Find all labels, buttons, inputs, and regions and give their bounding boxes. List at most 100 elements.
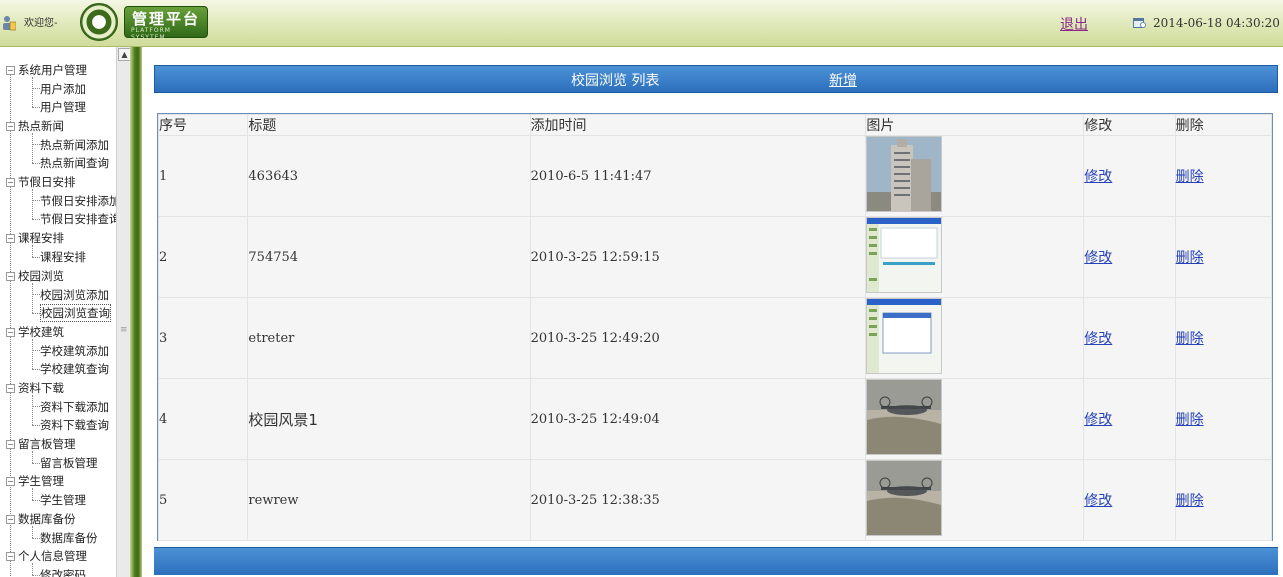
row-time: 2010-3-25 12:59:15 xyxy=(529,216,867,298)
frame-divider[interactable] xyxy=(130,47,142,577)
tree-branch-line xyxy=(32,219,40,220)
tree-group-buildings[interactable]: − 学校建筑 xyxy=(6,323,64,341)
column-header-edit: 修改 xyxy=(1083,114,1176,136)
sidebar-item-students[interactable]: 学生管理 xyxy=(40,491,86,509)
sidebar-item-courses[interactable]: 课程安排 xyxy=(40,248,86,266)
aircraft-photo-thumbnail[interactable] xyxy=(866,460,943,536)
sidebar-item-download-add[interactable]: 资料下载添加 xyxy=(40,398,109,416)
list-footer-bar xyxy=(154,547,1278,575)
delete-link[interactable]: 删除 xyxy=(1176,169,1204,185)
welcome-text: 欢迎您- xyxy=(24,18,58,29)
sidebar-item-holiday-query[interactable]: 节假日安排查询 xyxy=(40,210,116,228)
delete-link[interactable]: 删除 xyxy=(1176,412,1204,428)
sidebar-item-news-add[interactable]: 热点新闻添加 xyxy=(40,136,109,154)
collapse-icon[interactable]: − xyxy=(6,272,15,281)
row-delete-cell: 删除 xyxy=(1174,216,1273,298)
tree-group-label: 学生管理 xyxy=(18,474,64,488)
screenshot-thumbnail[interactable] xyxy=(866,298,943,374)
tree-group-hot-news[interactable]: − 热点新闻 xyxy=(6,117,64,135)
collapse-icon[interactable]: − xyxy=(6,178,15,187)
table-row: 5 rewrew 2010-3-25 12:38:35 修改 删除 xyxy=(157,459,1273,541)
sidebar-item-news-query[interactable]: 热点新闻查询 xyxy=(40,154,109,172)
scroll-grip-icon[interactable]: ≡ xyxy=(120,325,128,335)
tree-group-label: 学校建筑 xyxy=(18,325,64,339)
collapse-icon[interactable]: − xyxy=(6,328,15,337)
tree-branch-line xyxy=(32,189,33,219)
row-id: 2 xyxy=(157,216,249,298)
current-datetime: 2014-06-18 04:30:20 PM xyxy=(1153,16,1283,30)
delete-link[interactable]: 删除 xyxy=(1176,250,1204,266)
collapse-icon[interactable]: − xyxy=(6,66,15,75)
column-header-title: 标题 xyxy=(247,114,531,136)
building-photo-thumbnail[interactable] xyxy=(866,136,943,212)
aircraft-photo-thumbnail[interactable] xyxy=(866,379,943,455)
collapse-icon[interactable]: − xyxy=(6,477,15,486)
column-header-id: 序号 xyxy=(157,114,249,136)
platform-logo: 管理平台 PLATFORM SYSYTEM xyxy=(124,6,208,41)
collapse-icon[interactable]: − xyxy=(6,440,15,449)
table-row: 4 校园风景1 2010-3-25 12:49:04 修改 删除 xyxy=(157,378,1273,460)
tree-group-holidays[interactable]: − 节假日安排 xyxy=(6,173,76,191)
sidebar-item-holiday-add[interactable]: 节假日安排添加 xyxy=(40,192,116,210)
edit-link[interactable]: 修改 xyxy=(1084,331,1112,347)
screenshot-thumbnail[interactable] xyxy=(866,217,943,293)
column-header-delete: 删除 xyxy=(1174,114,1273,136)
tree-group-students[interactable]: − 学生管理 xyxy=(6,472,64,490)
tree-branch-line xyxy=(32,350,40,351)
sidebar-item-download-query[interactable]: 资料下载查询 xyxy=(40,416,109,434)
sidebar-item-building-query[interactable]: 学校建筑查询 xyxy=(40,360,109,378)
table-row: 3 etreter 2010-3-25 12:49:20 修改 删除 xyxy=(157,297,1273,379)
tree-branch-line xyxy=(32,451,33,463)
sidebar-item-user-manage[interactable]: 用户管理 xyxy=(40,98,86,116)
row-image-cell xyxy=(865,297,1085,379)
edit-link[interactable]: 修改 xyxy=(1084,169,1112,185)
logout-link[interactable]: 退出 xyxy=(1060,14,1088,34)
sidebar-nav-tree: − 系统用户管理 用户添加 用户管理 − 热点新闻 热点新闻添加 热点新闻查询 − 节… xyxy=(0,47,116,577)
list-title-bar: 校园浏览 列表 新增 xyxy=(154,65,1278,93)
sidebar-item-building-add[interactable]: 学校建筑添加 xyxy=(40,342,109,360)
sidebar-item-campus-query[interactable]: 校园浏览查询 xyxy=(40,304,111,322)
tree-branch-line xyxy=(32,563,33,575)
collapse-icon[interactable]: − xyxy=(6,122,15,131)
tree-group-label: 课程安排 xyxy=(18,231,64,245)
logo-emblem-icon xyxy=(80,3,118,41)
row-time: 2010-3-25 12:38:35 xyxy=(529,459,867,541)
tree-branch-line xyxy=(32,107,40,108)
table-row: 1 463643 2010-6-5 11:41:47 修改 删除 xyxy=(157,135,1273,217)
row-image-cell xyxy=(865,216,1085,298)
column-header-image: 图片 xyxy=(865,114,1085,136)
edit-link[interactable]: 修改 xyxy=(1084,250,1112,266)
edit-link[interactable]: 修改 xyxy=(1084,493,1112,509)
delete-link[interactable]: 删除 xyxy=(1176,493,1204,509)
tree-group-message-board[interactable]: − 留言板管理 xyxy=(6,435,76,453)
tree-group-personal-info[interactable]: − 个人信息管理 xyxy=(6,547,87,565)
tree-group-db-backup[interactable]: − 数据库备份 xyxy=(6,510,76,528)
row-id: 3 xyxy=(157,297,249,379)
sidebar-item-db-backup[interactable]: 数据库备份 xyxy=(40,529,98,547)
collapse-icon[interactable]: − xyxy=(6,234,15,243)
tree-group-campus-browse[interactable]: − 校园浏览 xyxy=(6,267,64,285)
tree-branch-line xyxy=(32,313,40,314)
collapse-icon[interactable]: − xyxy=(6,515,15,524)
column-header-time: 添加时间 xyxy=(529,114,867,136)
tree-branch-line xyxy=(32,339,33,369)
tree-branch-line xyxy=(32,283,33,313)
delete-link[interactable]: 删除 xyxy=(1176,331,1204,347)
tree-group-downloads[interactable]: − 资料下载 xyxy=(6,379,64,397)
tree-group-label: 资料下载 xyxy=(18,381,64,395)
sidebar-item-change-password[interactable]: 修改密码 xyxy=(40,566,86,577)
collapse-icon[interactable]: − xyxy=(6,552,15,561)
list-title: 校园浏览 列表 xyxy=(571,73,660,89)
sidebar-item-user-add[interactable]: 用户添加 xyxy=(40,80,86,98)
collapse-icon[interactable]: − xyxy=(6,384,15,393)
tree-group-label: 留言板管理 xyxy=(18,437,76,451)
row-id: 4 xyxy=(157,378,249,460)
sidebar-item-campus-add[interactable]: 校园浏览添加 xyxy=(40,286,109,304)
add-new-link[interactable]: 新增 xyxy=(829,70,857,90)
row-delete-cell: 删除 xyxy=(1174,378,1273,460)
sidebar-item-message-board[interactable]: 留言板管理 xyxy=(40,454,98,472)
tree-group-courses[interactable]: − 课程安排 xyxy=(6,229,64,247)
edit-link[interactable]: 修改 xyxy=(1084,412,1112,428)
tree-group-system-users[interactable]: − 系统用户管理 xyxy=(6,61,87,79)
sidebar-scrollbar[interactable]: ▲ ≡ xyxy=(116,47,131,577)
